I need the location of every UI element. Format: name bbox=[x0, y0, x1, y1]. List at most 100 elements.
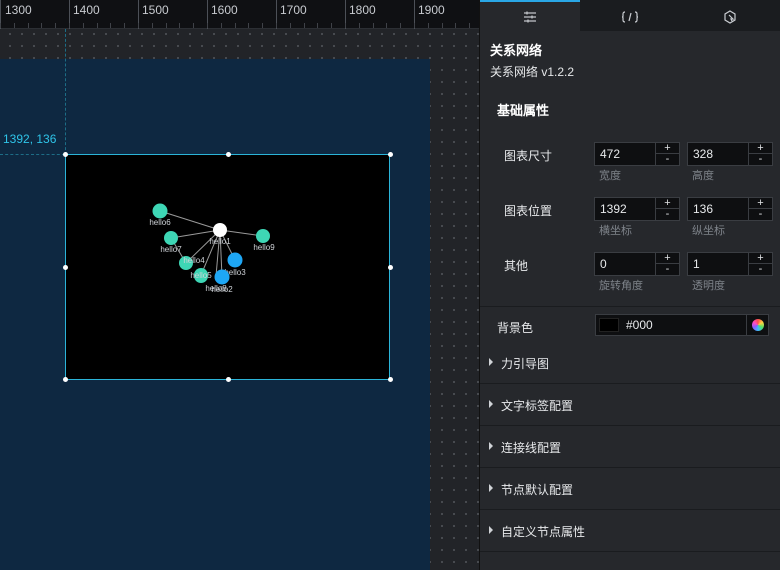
resize-handle-bottom[interactable] bbox=[226, 377, 231, 382]
graph-node-label-hello4: hello4 bbox=[183, 256, 205, 265]
position-readout: 1392, 136 bbox=[3, 132, 57, 146]
resize-handle-top-left[interactable] bbox=[63, 152, 68, 157]
other-label: 其他 bbox=[504, 259, 529, 273]
ruler-minor-tick bbox=[110, 23, 111, 28]
panel-tabs bbox=[480, 0, 780, 31]
ruler-minor-tick bbox=[179, 23, 180, 28]
chart-position-label: 图表位置 bbox=[504, 204, 553, 218]
tab-data-config[interactable] bbox=[580, 0, 680, 31]
graph-node-label-hello7: hello7 bbox=[160, 245, 182, 254]
y-stepper: + - bbox=[748, 198, 772, 220]
width-stepper: + - bbox=[655, 143, 679, 165]
y-input[interactable]: 136 + - bbox=[687, 197, 773, 221]
section-link-config[interactable]: 连接线配置 bbox=[480, 426, 780, 468]
app-root: 1300 1400 1500 1600 1700 1800 1900 1392,… bbox=[0, 0, 780, 570]
width-input[interactable]: 472 + - bbox=[594, 142, 680, 166]
ruler-tick-label: 1800 bbox=[349, 3, 376, 17]
graph-node-label-hello1: hello1 bbox=[209, 237, 231, 246]
ruler-minor-tick bbox=[166, 23, 167, 28]
ruler-minor-tick bbox=[359, 23, 360, 28]
ruler-minor-tick bbox=[221, 23, 222, 28]
chart-size-label: 图表尺寸 bbox=[504, 149, 553, 163]
opacity-decrement-button[interactable]: - bbox=[749, 264, 772, 275]
section-text-label-config[interactable]: 文字标签配置 bbox=[480, 384, 780, 426]
resize-handle-top-right[interactable] bbox=[388, 152, 393, 157]
graph-node-hello6[interactable] bbox=[152, 203, 168, 219]
height-input[interactable]: 328 + - bbox=[687, 142, 773, 166]
graph-node-hello1[interactable] bbox=[213, 223, 227, 237]
caret-right-icon bbox=[489, 442, 493, 450]
section-node-default-config[interactable]: 节点默认配置 bbox=[480, 468, 780, 510]
section-force-layout[interactable]: 力引导图 bbox=[480, 342, 780, 384]
horizontal-ruler[interactable]: 1300 1400 1500 1600 1700 1800 1900 bbox=[0, 0, 479, 29]
rotation-caption: 旋转角度 bbox=[599, 280, 643, 292]
background-color-label: 背景色 bbox=[497, 321, 534, 335]
tab-interaction-config[interactable] bbox=[680, 0, 780, 31]
height-stepper: + - bbox=[748, 143, 772, 165]
ruler-minor-tick bbox=[442, 23, 443, 28]
background-color-row: 背景色 #000 bbox=[480, 306, 780, 342]
chart-size-row: 图表尺寸 472 + - 宽度 328 + - 高度 bbox=[480, 142, 780, 197]
height-decrement-button[interactable]: - bbox=[749, 154, 772, 165]
graph-node-hello7[interactable] bbox=[164, 231, 178, 245]
section-label: 力引导图 bbox=[501, 357, 550, 371]
other-row: 其他 0 + - 旋转角度 1 + - 透明度 bbox=[480, 252, 780, 307]
tab-style-config[interactable] bbox=[480, 0, 580, 31]
width-decrement-button[interactable]: - bbox=[656, 154, 679, 165]
settings-cursor-icon bbox=[723, 9, 737, 24]
opacity-input[interactable]: 1 + - bbox=[687, 252, 773, 276]
ruler-minor-tick bbox=[207, 23, 208, 28]
x-stepper: + - bbox=[655, 198, 679, 220]
ruler-tick-label: 1400 bbox=[73, 3, 100, 17]
graph-node-label-hello9: hello9 bbox=[253, 243, 275, 252]
ruler-minor-tick bbox=[428, 23, 429, 28]
background-color-input[interactable]: #000 bbox=[595, 314, 769, 336]
ruler-minor-tick bbox=[304, 23, 305, 28]
color-wheel-icon bbox=[751, 319, 764, 331]
graph-node-hello9[interactable] bbox=[256, 229, 270, 243]
ruler-minor-tick bbox=[290, 23, 291, 28]
ruler-minor-tick bbox=[14, 23, 15, 28]
rotation-input[interactable]: 0 + - bbox=[594, 252, 680, 276]
x-decrement-button[interactable]: - bbox=[656, 209, 679, 220]
background-color-swatch bbox=[599, 318, 619, 332]
resize-handle-bottom-left[interactable] bbox=[63, 377, 68, 382]
color-picker-button[interactable] bbox=[746, 315, 768, 335]
ruler-minor-tick bbox=[55, 23, 56, 28]
ruler-minor-tick bbox=[331, 23, 332, 28]
editor-canvas[interactable]: 1300 1400 1500 1600 1700 1800 1900 1392,… bbox=[0, 0, 479, 570]
ruler-minor-tick bbox=[455, 23, 456, 28]
ruler-tick-label: 1300 bbox=[5, 3, 32, 17]
resize-handle-bottom-right[interactable] bbox=[388, 377, 393, 382]
ruler-minor-tick bbox=[0, 23, 1, 28]
opacity-value: 1 bbox=[693, 257, 700, 271]
x-input[interactable]: 1392 + - bbox=[594, 197, 680, 221]
graph-node-hello3[interactable] bbox=[227, 252, 243, 268]
section-label: 连接线配置 bbox=[501, 441, 562, 455]
ruler-minor-tick bbox=[317, 23, 318, 28]
ruler-minor-tick bbox=[414, 23, 415, 28]
resize-handle-left[interactable] bbox=[63, 265, 68, 270]
chart-position-row: 图表位置 1392 + - 横坐标 136 + - 纵坐标 bbox=[480, 197, 780, 252]
graph-node-label-hello5: hello5 bbox=[190, 271, 212, 280]
opacity-caption: 透明度 bbox=[692, 280, 725, 292]
rotation-decrement-button[interactable]: - bbox=[656, 264, 679, 275]
y-decrement-button[interactable]: - bbox=[749, 209, 772, 220]
relation-graph[interactable]: hello1hello6hello7 hello9hello4hello3hell… bbox=[66, 155, 391, 381]
resize-handle-right[interactable] bbox=[388, 265, 393, 270]
caret-right-icon bbox=[489, 484, 493, 492]
caret-right-icon bbox=[489, 358, 493, 366]
ruler-minor-tick bbox=[373, 23, 374, 28]
selected-component[interactable]: hello1 hello6 hello7 hello9 hello4 hello3 hell… bbox=[63, 152, 393, 382]
ruler-tick-label: 1700 bbox=[280, 3, 307, 17]
resize-handle-top[interactable] bbox=[226, 152, 231, 157]
section-label: 节点默认配置 bbox=[501, 483, 574, 497]
component-title: 关系网络 bbox=[490, 43, 543, 58]
sliders-icon bbox=[523, 11, 537, 23]
ruler-minor-tick bbox=[97, 23, 98, 28]
section-custom-node-props[interactable]: 自定义节点属性 bbox=[480, 510, 780, 552]
section-label: 文字标签配置 bbox=[501, 399, 574, 413]
graph-node-hello2[interactable] bbox=[214, 269, 230, 285]
ruler-minor-tick bbox=[152, 23, 153, 28]
ruler-tick-label: 1600 bbox=[211, 3, 238, 17]
